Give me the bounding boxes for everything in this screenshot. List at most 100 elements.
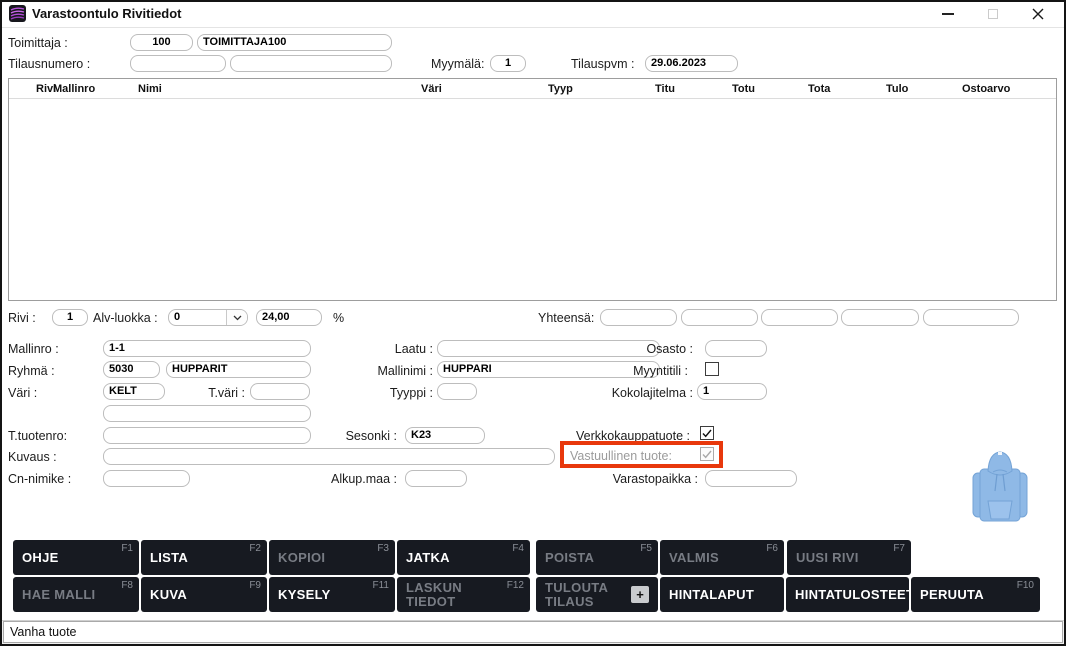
rivi-field[interactable]: 1 bbox=[52, 309, 88, 326]
toimittaja-code-field[interactable]: 100 bbox=[130, 34, 193, 51]
hintatulosteet-button[interactable]: HINTATULOSTEET bbox=[786, 577, 909, 612]
myymala-label: Myymälä: bbox=[431, 57, 484, 71]
laatu-label: Laatu : bbox=[350, 342, 433, 356]
tilausnumero-field-1[interactable] bbox=[130, 55, 226, 72]
yhteensa-field-2[interactable] bbox=[681, 309, 758, 326]
myyntitili-label: Myyntitili : bbox=[600, 364, 688, 378]
kuva-button[interactable]: KUVAF9 bbox=[141, 577, 267, 612]
grid-col-tota: Tota bbox=[808, 83, 830, 95]
uusi-rivi-button: UUSI RIVIF7 bbox=[787, 540, 911, 575]
tvari-field[interactable] bbox=[250, 383, 310, 400]
tilausnumero-label: Tilausnumero : bbox=[8, 57, 90, 71]
kokolajitelma-field[interactable]: 1 bbox=[697, 383, 767, 400]
alv-percent-field[interactable]: 24,00 bbox=[256, 309, 322, 326]
mallinro-label: Mallinro : bbox=[8, 342, 59, 356]
tyyppi-field[interactable] bbox=[437, 383, 477, 400]
ohje-button[interactable]: OHJEF1 bbox=[13, 540, 139, 575]
checkmark-icon bbox=[702, 429, 712, 438]
checkmark-icon bbox=[702, 450, 712, 459]
mallinimi-label: Mallinimi : bbox=[350, 364, 433, 378]
cn-nimike-label: Cn-nimike : bbox=[8, 472, 71, 486]
yhteensa-field-1[interactable] bbox=[600, 309, 677, 326]
valmis-button: VALMISF6 bbox=[660, 540, 784, 575]
toimittaja-name-field[interactable]: TOIMITTAJA100 bbox=[197, 34, 392, 51]
grid-col-titu: Titu bbox=[655, 83, 675, 95]
app-logo-icon bbox=[9, 5, 26, 22]
grid-col-nimi: Nimi bbox=[138, 83, 162, 95]
grid-col-mallinro: Mallinro bbox=[53, 83, 95, 95]
osasto-label: Osasto : bbox=[600, 342, 693, 356]
dropdown-chevron-box[interactable] bbox=[226, 310, 247, 325]
tilausnumero-field-2[interactable] bbox=[230, 55, 392, 72]
vari-extra-field[interactable] bbox=[103, 405, 311, 422]
tilauspvm-field[interactable]: 29.06.2023 bbox=[645, 55, 738, 72]
verkkokauppatuote-checkbox[interactable] bbox=[700, 426, 714, 440]
sesonki-field[interactable]: K23 bbox=[405, 427, 485, 444]
chevron-down-icon bbox=[233, 315, 242, 321]
osasto-field[interactable] bbox=[705, 340, 767, 357]
grid-col-totu: Totu bbox=[732, 83, 755, 95]
maximize-icon bbox=[988, 9, 998, 19]
sesonki-label: Sesonki : bbox=[320, 429, 397, 443]
alkupmaa-label: Alkup.maa : bbox=[320, 472, 397, 486]
tulouta-tilaus-button: TULOUTA TILAUS+ bbox=[536, 577, 658, 612]
ryhma-name-field[interactable]: HUPPARIT bbox=[166, 361, 311, 378]
alv-luokka-label: Alv-luokka : bbox=[93, 311, 158, 325]
minimize-icon bbox=[942, 13, 954, 15]
cn-nimike-field[interactable] bbox=[103, 470, 190, 487]
yhteensa-label: Yhteensä: bbox=[538, 311, 594, 325]
kysely-button[interactable]: KYSELYF11 bbox=[269, 577, 395, 612]
kopioi-button: KOPIOIF3 bbox=[269, 540, 395, 575]
grid-col-tulo: Tulo bbox=[886, 83, 908, 95]
varastopaikka-label: Varastopaikka : bbox=[590, 472, 698, 486]
grid-col-tyyp: Tyyp bbox=[548, 83, 573, 95]
hae-malli-button: HAE MALLIF8 bbox=[13, 577, 139, 612]
yhteensa-field-5[interactable] bbox=[923, 309, 1019, 326]
kuvaus-field[interactable] bbox=[103, 448, 555, 465]
rows-grid[interactable]: Rivi Mallinro Nimi Väri Tyyp Titu Totu T… bbox=[8, 78, 1057, 301]
myymala-field[interactable]: 1 bbox=[490, 55, 526, 72]
yhteensa-field-4[interactable] bbox=[841, 309, 919, 326]
title-bar: Varastoontulo Rivitiedot bbox=[0, 0, 1066, 28]
alv-luokka-select[interactable]: 0 bbox=[168, 309, 248, 326]
ttuotenro-field[interactable] bbox=[103, 427, 311, 444]
window-title: Varastoontulo Rivitiedot bbox=[32, 6, 182, 21]
varastopaikka-field[interactable] bbox=[705, 470, 797, 487]
vari-field[interactable]: KELT bbox=[103, 383, 165, 400]
ryhma-code-field[interactable]: 5030 bbox=[103, 361, 160, 378]
laskun-tiedot-button: LASKUN TIEDOTF12 bbox=[397, 577, 530, 612]
minimize-button[interactable] bbox=[933, 0, 963, 27]
grid-header-divider bbox=[9, 98, 1056, 99]
peruuta-button[interactable]: PERUUTAF10 bbox=[911, 577, 1040, 612]
plus-icon[interactable]: + bbox=[631, 586, 649, 603]
grid-col-ostoarvo: Ostoarvo bbox=[962, 83, 1010, 95]
yhteensa-field-3[interactable] bbox=[761, 309, 838, 326]
grid-col-vari: Väri bbox=[421, 83, 442, 95]
toimittaja-label: Toimittaja : bbox=[8, 36, 68, 50]
lista-button[interactable]: LISTAF2 bbox=[141, 540, 267, 575]
hintalaput-button[interactable]: HINTALAPUT bbox=[660, 577, 784, 612]
ryhma-label: Ryhmä : bbox=[8, 364, 55, 378]
rivi-label: Rivi : bbox=[8, 311, 36, 325]
tyyppi-label: Tyyppi : bbox=[350, 386, 433, 400]
myyntitili-checkbox[interactable] bbox=[705, 362, 719, 376]
alkupmaa-field[interactable] bbox=[405, 470, 467, 487]
varastoontulo-rivitiedot-window: Varastoontulo Rivitiedot Toimittaja : 10… bbox=[0, 0, 1066, 646]
close-button[interactable] bbox=[1023, 0, 1053, 27]
vastuullinen-checkbox bbox=[700, 447, 714, 461]
ttuotenro-label: T.tuotenro: bbox=[8, 429, 67, 443]
alv-luokka-selected-value: 0 bbox=[169, 310, 226, 325]
maximize-button[interactable] bbox=[978, 0, 1008, 27]
jatka-button[interactable]: JATKAF4 bbox=[397, 540, 530, 575]
percent-sign: % bbox=[333, 311, 344, 325]
tilauspvm-label: Tilauspvm : bbox=[571, 57, 634, 71]
vari-label: Väri : bbox=[8, 386, 37, 400]
close-icon bbox=[1032, 8, 1044, 20]
status-message-box: Vanha tuote bbox=[3, 621, 1063, 643]
status-text: Vanha tuote bbox=[10, 625, 77, 639]
poista-button: POISTAF5 bbox=[536, 540, 658, 575]
hoodie-image bbox=[971, 449, 1029, 529]
kokolajitelma-label: Kokolajitelma : bbox=[580, 386, 693, 400]
mallinro-field[interactable]: 1-1 bbox=[103, 340, 311, 357]
product-image bbox=[968, 446, 1032, 532]
